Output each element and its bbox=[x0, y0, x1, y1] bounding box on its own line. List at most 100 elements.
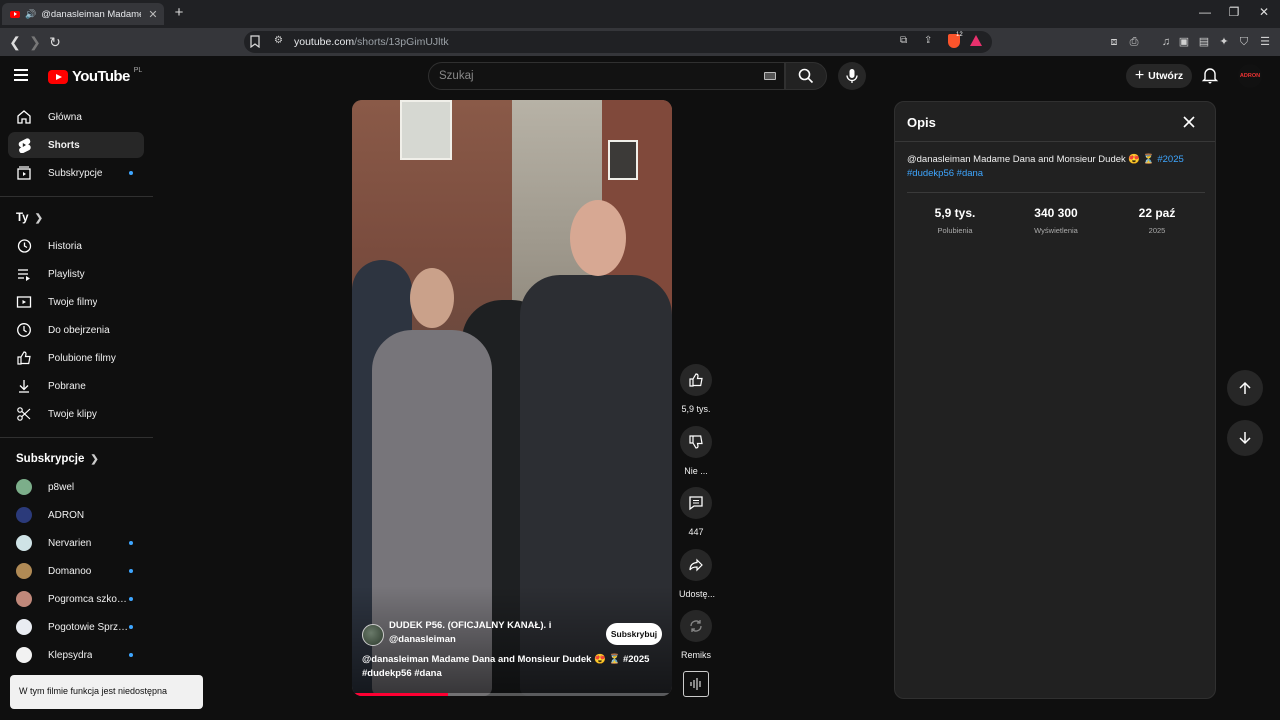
comments-action[interactable]: 447 bbox=[679, 487, 713, 537]
like-button[interactable] bbox=[680, 364, 712, 396]
sidebar-item-shorts[interactable]: Shorts bbox=[8, 132, 144, 158]
youtube-logo[interactable]: YouTube PL bbox=[48, 67, 142, 85]
youtube-logo-icon bbox=[48, 69, 68, 84]
hashtag-link[interactable]: #dana bbox=[957, 168, 983, 179]
brave-rewards-icon[interactable] bbox=[970, 35, 982, 46]
hashtag-link[interactable]: #2025 bbox=[1157, 154, 1183, 165]
sidebar-item-label: Do obejrzenia bbox=[48, 324, 110, 336]
browser-menu-icon[interactable]: ☰ bbox=[1257, 34, 1273, 50]
site-info-icon[interactable]: ⚙ bbox=[274, 35, 283, 46]
notifications-bell-icon[interactable] bbox=[1201, 66, 1221, 86]
remix-label: Remiks bbox=[680, 650, 711, 660]
channel-avatar[interactable] bbox=[362, 624, 384, 646]
sidebar-toggle-icon[interactable]: ▣ bbox=[1176, 34, 1192, 50]
search-button[interactable] bbox=[785, 62, 827, 90]
chevron-right-icon: ❯ bbox=[90, 453, 99, 465]
sidebar-item-label: Subskrypcje bbox=[48, 167, 103, 179]
subscriptions-section-heading[interactable]: Subskrypcje ❯ bbox=[16, 453, 99, 465]
mic-icon bbox=[846, 69, 858, 83]
sidebar-channel-klepsydra[interactable]: Klepsydra bbox=[8, 642, 144, 668]
sidebar-item-label: Playlisty bbox=[48, 268, 85, 280]
search-input[interactable]: Szukaj bbox=[428, 62, 785, 90]
sidebar-item-clips[interactable]: Twoje klipy bbox=[8, 401, 144, 427]
vpn-icon[interactable]: ⛉ bbox=[1236, 34, 1252, 50]
like-action[interactable]: 5,9 tys. bbox=[679, 364, 713, 414]
shorts-video-player[interactable]: DUDEK P56. (OFICJALNY KANAŁ). i @danasle… bbox=[352, 100, 672, 696]
screenshot-icon[interactable]: ⎙ bbox=[1126, 34, 1142, 50]
video-description[interactable]: @danasleiman Madame Dana and Monsieur Du… bbox=[362, 653, 662, 681]
dislike-button[interactable] bbox=[680, 426, 712, 458]
channel-avatar bbox=[16, 647, 32, 663]
keyboard-icon[interactable] bbox=[764, 72, 776, 80]
maximize-button[interactable]: ❐ bbox=[1224, 5, 1244, 19]
account-avatar[interactable]: ADRON bbox=[1238, 64, 1262, 88]
audio-source-button[interactable] bbox=[683, 671, 709, 697]
voice-search-button[interactable] bbox=[838, 62, 866, 90]
share-page-icon[interactable]: ⇪ bbox=[924, 35, 932, 46]
channel-label: ADRON bbox=[48, 509, 85, 521]
sidebar-channel-domanoo[interactable]: Domanoo bbox=[8, 558, 144, 584]
sidebar-item-watch-later[interactable]: Do obejrzenia bbox=[8, 317, 144, 343]
tab-close-icon[interactable]: ✕ bbox=[146, 8, 160, 21]
sidebar-channel-pogromca[interactable]: Pogromca szkodników bbox=[8, 586, 144, 612]
channel-name[interactable]: DUDEK P56. (OFICJALNY KANAŁ). i bbox=[389, 620, 551, 631]
create-button[interactable]: + Utwórz bbox=[1126, 64, 1192, 88]
video-description-line: @danasleiman Madame Dana and Monsieur Du… bbox=[362, 654, 650, 665]
home-icon bbox=[17, 110, 31, 124]
sidebar-item-subscriptions[interactable]: Subskrypcje bbox=[8, 160, 144, 186]
browser-tab[interactable]: 🔊 @danasleiman Madame Dana ✕ bbox=[2, 3, 164, 25]
sidebar-channel-p8wel[interactable]: p8wel bbox=[8, 474, 144, 500]
bookmark-icon[interactable] bbox=[250, 35, 260, 53]
download-icon bbox=[19, 380, 29, 393]
your-videos-icon bbox=[16, 296, 32, 308]
you-heading-label: Ty bbox=[16, 212, 29, 224]
feature-unavailable-toast: W tym filmie funkcja jest niedostępna bbox=[10, 675, 203, 709]
new-content-dot bbox=[129, 171, 133, 175]
address-bar[interactable]: ⚙ youtube.com/shorts/13pGimUJltk ⧉ ⇪ 12 bbox=[244, 31, 992, 53]
sidebar-item-liked[interactable]: Polubione filmy bbox=[8, 345, 144, 371]
sidebar-channel-pogotowie[interactable]: Pogotowie Sprzątanie bbox=[8, 614, 144, 640]
sidebar-item-label: Twoje filmy bbox=[48, 296, 98, 308]
share-button[interactable] bbox=[680, 549, 712, 581]
comments-button[interactable] bbox=[680, 487, 712, 519]
window-close-button[interactable]: ✕ bbox=[1254, 5, 1274, 19]
minimize-button[interactable]: — bbox=[1195, 5, 1215, 19]
share-action[interactable]: Udostę... bbox=[679, 549, 715, 599]
new-tab-button[interactable]: + bbox=[170, 4, 188, 22]
sidebar-channel-nervarien[interactable]: Nervarien bbox=[8, 530, 144, 556]
previous-short-button[interactable] bbox=[1227, 370, 1263, 406]
sidebar-item-your-videos[interactable]: Twoje filmy bbox=[8, 289, 144, 315]
sidebar-item-playlists[interactable]: Playlisty bbox=[8, 261, 144, 287]
remix-action[interactable]: Remiks bbox=[679, 610, 713, 660]
media-icon[interactable]: ♫ bbox=[1158, 34, 1174, 50]
dislike-action[interactable]: Nie ... bbox=[679, 426, 713, 476]
sidebar-item-history[interactable]: Historia bbox=[8, 233, 144, 259]
hamburger-menu-icon[interactable] bbox=[14, 66, 34, 86]
forward-icon[interactable]: ❯ bbox=[25, 32, 45, 52]
new-content-dot bbox=[129, 597, 133, 601]
sidebar-channel-adron[interactable]: ADRON bbox=[8, 502, 144, 528]
you-section-heading[interactable]: Ty ❯ bbox=[16, 212, 43, 224]
leo-ai-icon[interactable]: ✦ bbox=[1216, 34, 1232, 50]
open-external-icon[interactable]: ⧉ bbox=[900, 35, 907, 46]
next-short-button[interactable] bbox=[1227, 420, 1263, 456]
sidebar-item-label: Główna bbox=[48, 111, 82, 123]
hashtag-link[interactable]: #dudekp56 bbox=[907, 168, 954, 179]
sidebar-item-downloads[interactable]: Pobrane bbox=[8, 373, 144, 399]
close-icon[interactable] bbox=[1181, 114, 1197, 130]
audio-playing-icon[interactable]: 🔊 bbox=[25, 9, 36, 20]
divider bbox=[0, 437, 153, 438]
reload-icon[interactable]: ↻ bbox=[45, 32, 65, 52]
wallet-icon[interactable]: ▤ bbox=[1196, 34, 1212, 50]
watch-later-icon bbox=[17, 323, 31, 337]
video-frame-window bbox=[608, 140, 638, 180]
channel-handle[interactable]: @danasleiman bbox=[389, 634, 456, 645]
sidebar-item-home[interactable]: Główna bbox=[8, 104, 144, 130]
remix-button[interactable] bbox=[680, 610, 712, 642]
url-text: youtube.com/shorts/13pGimUJltk bbox=[294, 36, 449, 48]
subscribe-button[interactable]: Subskrybuj bbox=[606, 623, 662, 645]
thumbs-down-icon bbox=[689, 435, 703, 449]
back-icon[interactable]: ❮ bbox=[5, 32, 25, 52]
channel-label: Pogromca szkodników bbox=[48, 593, 130, 605]
extensions-icon[interactable]: ⧈ bbox=[1106, 34, 1122, 50]
